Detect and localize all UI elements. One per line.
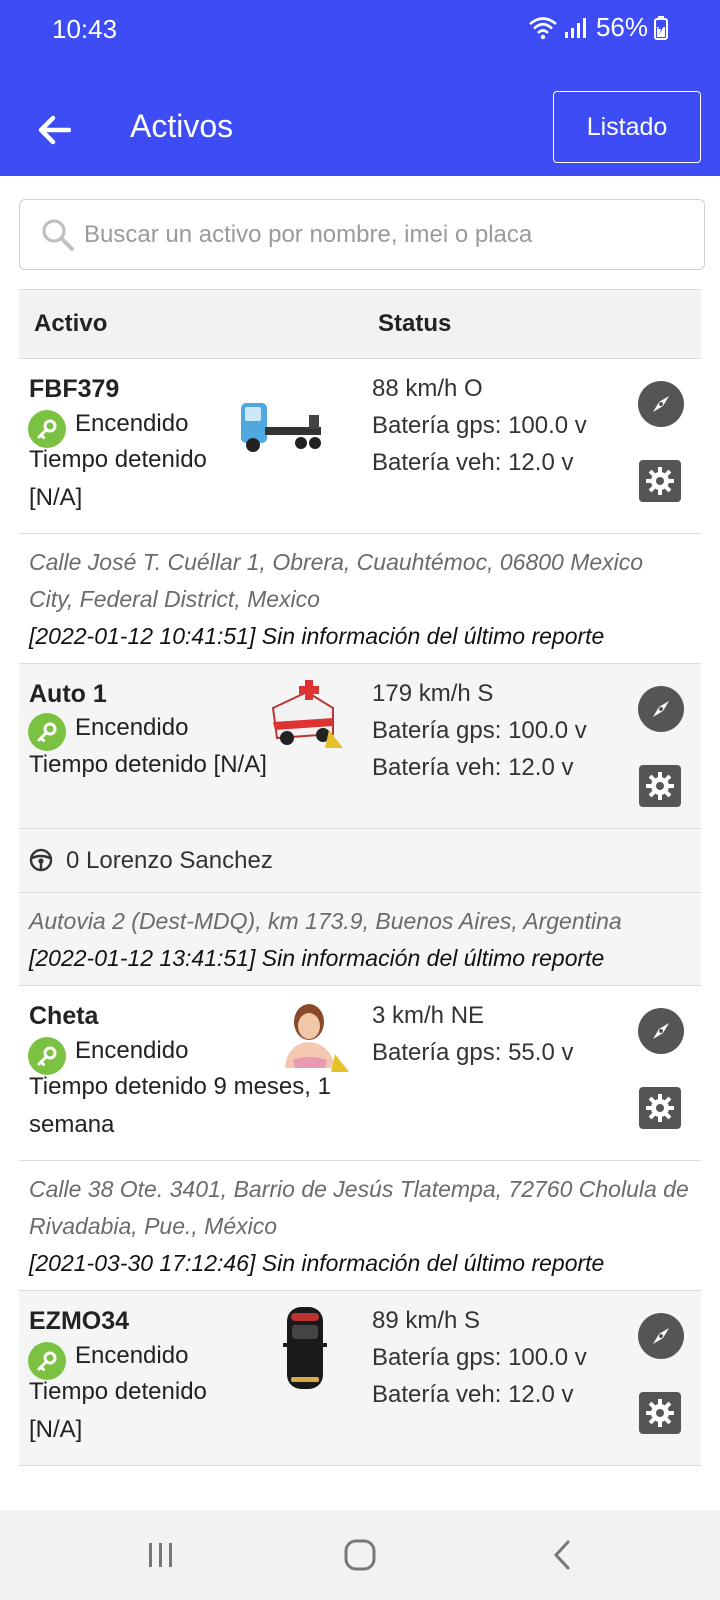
search-box bbox=[19, 199, 705, 270]
compass-icon[interactable] bbox=[638, 686, 684, 732]
arrow-left-icon bbox=[38, 115, 71, 145]
last-report: [2021-03-30 17:12:46] Sin información de… bbox=[29, 1250, 605, 1276]
status-time: 10:43 bbox=[52, 14, 118, 44]
asset-name: Cheta bbox=[29, 1002, 99, 1030]
speed: 89 km/h S bbox=[372, 1307, 481, 1334]
back-button[interactable] bbox=[26, 102, 82, 158]
asset-row[interactable]: Auto 1 Encendido Tiempo detenido [N/A] 1… bbox=[19, 664, 701, 829]
stopped-time: Tiempo detenido [N/A] bbox=[29, 1378, 207, 1443]
asset-name: Auto 1 bbox=[29, 680, 107, 708]
address-block: Calle 38 Ote. 3401, Barrio de Jesús Tlat… bbox=[19, 1161, 701, 1291]
power-status: Encendido bbox=[75, 410, 189, 437]
compass-icon[interactable] bbox=[638, 1313, 684, 1359]
status-icons: 56% bbox=[528, 12, 668, 43]
assets-table: Activo Status FBF379 Encendido Tiempo de… bbox=[19, 289, 701, 1466]
speed: 88 km/h O bbox=[372, 375, 483, 402]
vehicle-battery: Batería veh: 12.0 v bbox=[372, 1381, 574, 1408]
gear-icon[interactable] bbox=[639, 460, 681, 502]
speed: 179 km/h S bbox=[372, 680, 494, 707]
stopped-time: Tiempo detenido [N/A] bbox=[29, 751, 267, 778]
last-report: [2022-01-12 10:41:51] Sin información de… bbox=[29, 623, 605, 649]
steering-wheel-icon bbox=[29, 848, 53, 872]
table-header: Activo Status bbox=[19, 289, 701, 359]
app-bar: 10:43 56% Activos Listado bbox=[0, 0, 720, 176]
gps-battery: Batería gps: 100.0 v bbox=[372, 1344, 587, 1371]
compass-icon[interactable] bbox=[638, 1008, 684, 1054]
driver-name: 0 Lorenzo Sanchez bbox=[66, 847, 273, 874]
column-header-status: Status bbox=[378, 310, 452, 337]
recent-apps-icon[interactable] bbox=[131, 1530, 191, 1580]
tow-truck-icon bbox=[241, 403, 321, 452]
toolbar: Activos Listado bbox=[0, 88, 720, 172]
car-top-view-icon bbox=[283, 1307, 327, 1389]
search-icon bbox=[38, 215, 78, 255]
speed: 3 km/h NE bbox=[372, 1002, 485, 1029]
gear-icon[interactable] bbox=[639, 765, 681, 807]
stopped-time: Tiempo detenido 9 meses, 1 semana bbox=[29, 1073, 331, 1138]
signal-icon bbox=[564, 17, 586, 38]
driver-row: 0 Lorenzo Sanchez bbox=[19, 829, 701, 893]
address-block: Calle José T. Cuéllar 1, Obrera, Cuauhté… bbox=[19, 534, 701, 664]
address-text: Autovia 2 (Dest-MDQ), km 173.9, Buenos A… bbox=[29, 908, 622, 934]
gps-battery: Batería gps: 100.0 v bbox=[372, 412, 587, 439]
power-status: Encendido bbox=[75, 1342, 189, 1369]
compass-icon[interactable] bbox=[638, 381, 684, 427]
last-report: [2022-01-12 13:41:51] Sin información de… bbox=[29, 945, 605, 971]
address-block: Autovia 2 (Dest-MDQ), km 173.9, Buenos A… bbox=[19, 893, 701, 986]
gps-battery: Batería gps: 55.0 v bbox=[372, 1039, 574, 1066]
status-bar: 10:43 56% bbox=[0, 0, 720, 60]
search-input[interactable] bbox=[84, 220, 684, 249]
vehicle-battery: Batería veh: 12.0 v bbox=[372, 449, 574, 476]
column-header-asset: Activo bbox=[34, 310, 108, 337]
battery-percent: 56% bbox=[595, 12, 648, 42]
page-title: Activos bbox=[130, 108, 234, 144]
gear-icon[interactable] bbox=[639, 1392, 681, 1434]
power-status: Encendido bbox=[75, 1037, 189, 1064]
gps-battery: Batería gps: 100.0 v bbox=[372, 717, 587, 744]
asset-row[interactable]: FBF379 Encendido Tiempo detenido [N/A] 8… bbox=[19, 359, 701, 534]
address-text: Calle José T. Cuéllar 1, Obrera, Cuauhté… bbox=[29, 549, 644, 612]
gear-icon[interactable] bbox=[639, 1087, 681, 1129]
battery-charging-icon bbox=[654, 15, 668, 40]
asset-row[interactable]: Cheta Encendido Tiempo detenido 9 meses,… bbox=[19, 986, 701, 1161]
list-button[interactable]: Listado bbox=[553, 91, 701, 163]
address-text: Calle 38 Ote. 3401, Barrio de Jesús Tlat… bbox=[29, 1176, 689, 1239]
vehicle-battery: Batería veh: 12.0 v bbox=[372, 754, 574, 781]
ambulance-icon bbox=[271, 680, 343, 748]
back-nav-icon[interactable] bbox=[532, 1530, 592, 1580]
home-icon[interactable] bbox=[330, 1530, 390, 1580]
asset-name: FBF379 bbox=[29, 375, 120, 403]
asset-row[interactable]: EZMO34 Encendido Tiempo detenido [N/A] 8… bbox=[19, 1291, 701, 1466]
person-icon bbox=[285, 1004, 349, 1072]
stopped-time: Tiempo detenido [N/A] bbox=[29, 446, 207, 511]
asset-name: EZMO34 bbox=[29, 1307, 130, 1335]
power-status: Encendido bbox=[75, 714, 189, 741]
wifi-icon bbox=[529, 16, 557, 39]
system-navigation-bar bbox=[0, 1510, 720, 1600]
